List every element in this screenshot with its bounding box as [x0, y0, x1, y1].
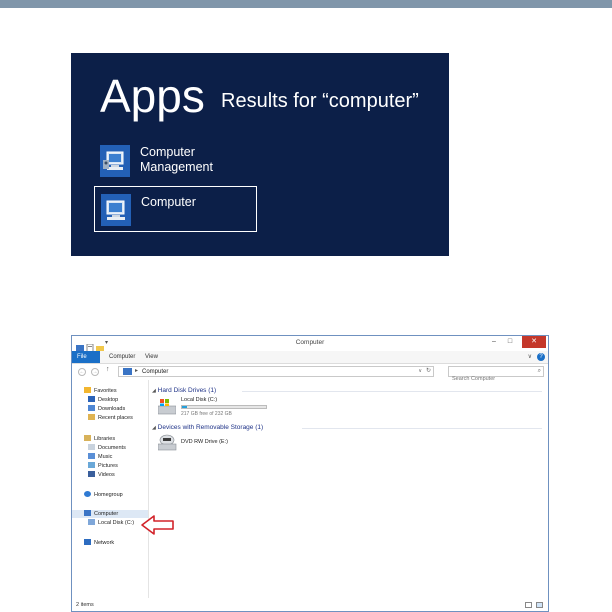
group-divider	[302, 428, 542, 429]
app-result-computer[interactable]: Computer	[94, 186, 257, 232]
drive-name: Local Disk (C:)	[181, 397, 218, 403]
search-box[interactable]: ⌕	[448, 366, 544, 384]
help-icon[interactable]: ?	[537, 353, 545, 361]
breadcrumb-separator-icon: ▸	[135, 368, 139, 374]
nav-label: Favorites	[94, 388, 117, 394]
libraries-icon	[84, 435, 91, 441]
nav-libraries[interactable]: Libraries	[84, 435, 115, 443]
group-header-removable[interactable]: ◢ Devices with Removable Storage (1)	[152, 424, 263, 432]
search-results-caption: Results for “computer”	[221, 90, 419, 112]
nav-documents[interactable]: Documents	[88, 444, 126, 452]
nav-label: Documents	[98, 445, 126, 451]
maximize-button[interactable]: □	[504, 336, 516, 348]
nav-label: Local Disk (C:)	[98, 520, 135, 526]
documents-icon	[88, 444, 95, 450]
address-row: ← → ↑ ▸ Computer ∨ ↻ ⌕	[72, 364, 548, 384]
homegroup-icon	[84, 491, 91, 497]
apps-heading: Apps	[100, 70, 205, 122]
nav-label: Music	[98, 454, 113, 460]
back-button[interactable]: ←	[78, 368, 86, 376]
nav-label: Recent places	[98, 415, 133, 421]
star-icon	[84, 387, 91, 393]
pictures-icon	[88, 462, 95, 468]
nav-local-disk[interactable]: Local Disk (C:)	[88, 519, 134, 527]
item-count: 2 items	[76, 602, 94, 608]
nav-label: Pictures	[98, 463, 118, 469]
app-result-label: Computer Management	[140, 145, 260, 175]
group-header-label: Hard Disk Drives (1)	[157, 387, 217, 394]
content-pane: ◢ Hard Disk Drives (1) Local Disk (C:) 2…	[152, 380, 546, 598]
forward-button[interactable]: →	[91, 368, 99, 376]
app-result-label: Computer	[141, 195, 196, 209]
music-icon	[88, 453, 95, 459]
nav-label: Libraries	[94, 436, 116, 442]
nav-label: Desktop	[98, 397, 119, 403]
apps-search-panel: Apps Results for “computer” Computer Man…	[71, 53, 449, 256]
nav-recent-places[interactable]: Recent places	[88, 414, 133, 422]
collapse-icon: ◢	[152, 425, 156, 431]
title-bar: ▾ Computer – □ ✕	[72, 336, 548, 353]
computer-icon	[101, 194, 131, 226]
up-button[interactable]: ↑	[106, 366, 110, 373]
nav-label: Downloads	[98, 406, 126, 412]
local-disk-icon	[88, 519, 95, 525]
recent-places-icon	[88, 414, 95, 420]
tab-view[interactable]: View	[138, 351, 165, 363]
drive-usage-fill	[182, 406, 188, 408]
drive-free-space: 217 GB free of 232 GB	[181, 411, 232, 417]
nav-music[interactable]: Music	[88, 453, 112, 461]
app-result-label-line1: Computer	[140, 145, 195, 159]
nav-label: Videos	[98, 472, 115, 478]
breadcrumb[interactable]: Computer	[142, 368, 168, 376]
drive-item-local-disk[interactable]: Local Disk (C:) 217 GB free of 232 GB	[152, 397, 272, 419]
nav-label: Computer	[94, 511, 119, 517]
file-explorer-window: ▾ Computer – □ ✕ File Computer View ∨ ? …	[71, 335, 549, 612]
address-dropdown-icon[interactable]: ∨	[418, 367, 422, 376]
navigation-pane: Favorites Desktop Downloads Recent place…	[72, 380, 174, 598]
app-result-label-line2: Management	[140, 160, 213, 174]
nav-pictures[interactable]: Pictures	[88, 462, 118, 470]
collapse-icon: ◢	[152, 388, 156, 394]
nav-label: Network	[94, 540, 115, 546]
page-header-band	[0, 0, 612, 8]
nav-desktop[interactable]: Desktop	[88, 396, 118, 404]
nav-computer[interactable]: Computer	[72, 510, 148, 518]
group-divider	[242, 391, 542, 392]
large-icons-view-icon[interactable]	[536, 602, 543, 608]
expand-ribbon-icon[interactable]: ∨	[528, 351, 532, 363]
status-bar: 2 items	[72, 599, 548, 611]
close-button[interactable]: ✕	[522, 336, 546, 348]
app-result-computer-management[interactable]: Computer Management	[100, 145, 350, 183]
nav-videos[interactable]: Videos	[88, 471, 115, 479]
computer-management-icon	[100, 145, 130, 177]
search-icon: ⌕	[537, 368, 541, 374]
refresh-icon[interactable]: ↻	[426, 367, 431, 376]
downloads-icon	[88, 405, 95, 411]
group-header-hard-disks[interactable]: ◢ Hard Disk Drives (1)	[152, 387, 216, 395]
ribbon: File Computer View ∨ ?	[72, 351, 548, 364]
nav-favorites[interactable]: Favorites	[84, 387, 117, 395]
details-view-icon[interactable]	[525, 602, 532, 608]
minimize-button[interactable]: –	[488, 336, 500, 348]
window-title: Computer	[295, 339, 325, 346]
tab-file[interactable]: File	[72, 351, 100, 363]
tab-computer[interactable]: Computer	[102, 351, 142, 363]
local-disk-icon	[158, 399, 176, 415]
videos-icon	[88, 471, 95, 477]
address-bar[interactable]: ▸ Computer ∨ ↻	[118, 366, 434, 377]
computer-icon	[84, 510, 91, 516]
computer-icon	[123, 368, 132, 375]
desktop-icon	[88, 396, 95, 402]
dvd-drive-icon	[158, 434, 177, 451]
nav-homegroup[interactable]: Homegroup	[84, 491, 123, 499]
drive-name: DVD RW Drive (E:)	[181, 439, 228, 445]
nav-label: Homegroup	[94, 492, 123, 498]
drive-usage-bar	[181, 405, 267, 409]
nav-downloads[interactable]: Downloads	[88, 405, 125, 413]
nav-network[interactable]: Network	[84, 539, 114, 547]
drive-item-dvd[interactable]: DVD RW Drive (E:)	[152, 434, 272, 456]
network-icon	[84, 539, 91, 545]
group-header-label: Devices with Removable Storage (1)	[157, 424, 264, 431]
